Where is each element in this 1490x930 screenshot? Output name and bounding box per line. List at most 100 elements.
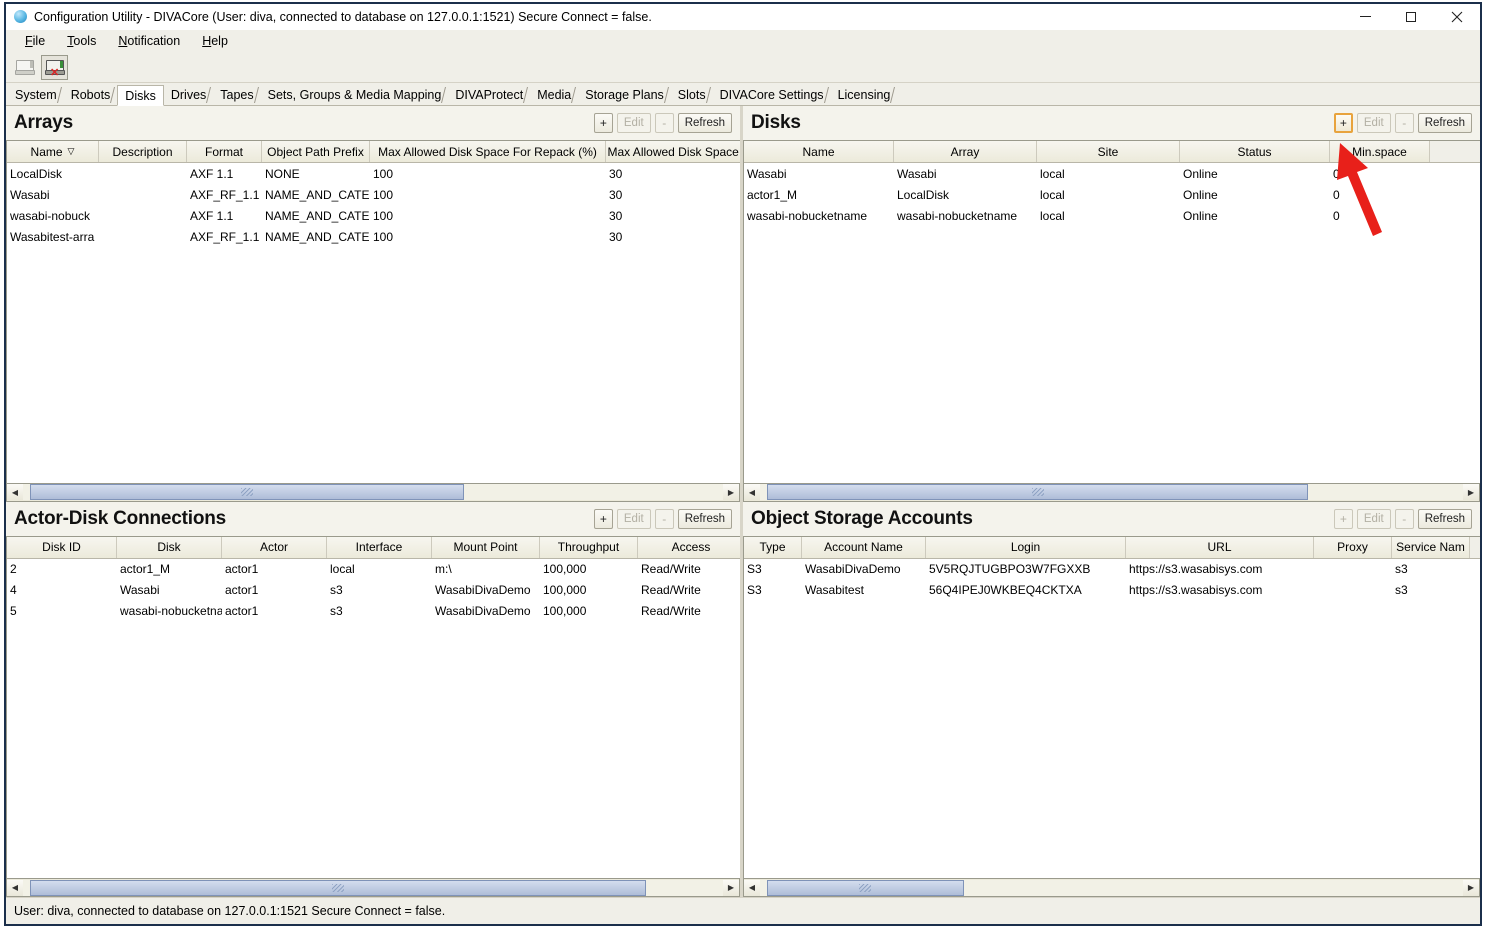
connect-server-button[interactable]	[11, 55, 38, 80]
connections-column-header[interactable]: Mount Point	[432, 536, 540, 558]
table-row[interactable]: 5 wasabi-nobucketna actor1 s3 WasabiDivaDemo…	[7, 601, 740, 622]
arrays-column-header[interactable]: Max Allowed Disk Space For Migra	[606, 141, 740, 162]
tab-storage-plans[interactable]: Storage Plans	[578, 85, 671, 105]
scroll-left-icon[interactable]: ◀	[7, 879, 23, 896]
tab-divacore-settings[interactable]: DIVACore Settings	[713, 85, 831, 105]
disks-refresh-button[interactable]: Refresh	[1417, 113, 1472, 133]
arrays-column-header[interactable]: Description	[99, 141, 187, 162]
scroll-left-icon[interactable]: ◀	[7, 484, 23, 500]
table-row[interactable]: 4 Wasabi actor1 s3 WasabiDivaDemo 100,000 Read…	[7, 580, 740, 601]
disks-edit-button[interactable]: Edit	[1356, 113, 1391, 133]
disks-column-headers: Name Array Site Status Min.space	[744, 141, 1480, 163]
accounts-column-header[interactable]: Account Name	[802, 536, 926, 558]
tab-licensing[interactable]: Licensing	[831, 85, 898, 105]
scroll-right-icon[interactable]: ▶	[1463, 484, 1479, 500]
table-cell: LocalDisk	[897, 187, 950, 202]
accounts-edit-button[interactable]: Edit	[1356, 508, 1391, 529]
disks-scroll-thumb[interactable]	[767, 484, 1309, 500]
connections-edit-button[interactable]: Edit	[616, 508, 651, 529]
table-row[interactable]: LocalDisk AXF 1.1 NONE 100 30	[7, 163, 740, 184]
accounts-column-header[interactable]: Login	[926, 536, 1126, 558]
arrays-remove-button[interactable]: -	[654, 113, 674, 133]
tab-disks[interactable]: Disks	[117, 85, 164, 106]
table-row[interactable]: wasabi-nobuck AXF 1.1 NAME_AND_CATEG 100 30	[7, 205, 740, 226]
arrays-add-button[interactable]: +	[593, 113, 613, 133]
disconnect-server-button[interactable]: ✕	[41, 54, 68, 80]
arrays-rows: LocalDisk AXF 1.1 NONE 100 30 Wasabi AXF_RF_1.…	[7, 163, 740, 483]
disks-column-header[interactable]: Site	[1037, 141, 1180, 162]
connections-column-header[interactable]: Throughput	[540, 536, 638, 558]
minimize-button[interactable]	[1342, 4, 1388, 29]
tab-slots[interactable]: Slots	[671, 85, 713, 105]
accounts-add-button[interactable]: +	[1333, 508, 1353, 529]
connections-column-header[interactable]: Access	[638, 536, 740, 558]
table-row[interactable]: Wasabitest-arra AXF_RF_1.1 NAME_AND_CATEG 1…	[7, 226, 740, 247]
column-header-label: Site	[1097, 144, 1119, 159]
disks-column-header[interactable]: Array	[894, 141, 1037, 162]
scroll-right-icon[interactable]: ▶	[723, 484, 739, 500]
connections-scroll-thumb[interactable]	[30, 879, 646, 896]
menu-file[interactable]: File	[14, 32, 56, 50]
menu-help[interactable]: Help	[191, 32, 239, 50]
disks-panel-header: Disks + Edit - Refresh	[743, 106, 1480, 140]
table-row[interactable]: wasabi-nobucketname wasabi-nobucketname lo…	[744, 205, 1480, 226]
table-row[interactable]: Wasabi Wasabi local Online 0	[744, 163, 1480, 184]
connections-column-header[interactable]: Disk ID	[7, 536, 117, 558]
accounts-refresh-button[interactable]: Refresh	[1417, 508, 1472, 529]
disks-scroll-track[interactable]	[760, 484, 1463, 500]
arrays-column-header[interactable]: Name ▽	[7, 141, 99, 162]
table-row[interactable]: actor1_M LocalDisk local Online 0	[744, 184, 1480, 205]
tab-robots[interactable]: Robots	[64, 85, 118, 105]
table-cell: local	[1040, 208, 1065, 223]
arrays-column-header[interactable]: Format	[187, 141, 262, 162]
connections-column-header[interactable]: Disk	[117, 536, 222, 558]
scroll-left-icon[interactable]: ◀	[744, 484, 760, 500]
disks-horizontal-scrollbar[interactable]: ◀ ▶	[743, 483, 1480, 502]
table-row[interactable]: S3 Wasabitest 56Q4IPEJ0WKBEQ4CKTXA https://…	[744, 580, 1480, 601]
accounts-column-header[interactable]: Service Nam	[1392, 536, 1470, 558]
disks-add-button[interactable]: +	[1333, 113, 1353, 133]
connections-add-button[interactable]: +	[593, 508, 613, 529]
column-header-label: Array	[950, 144, 980, 159]
tab-system[interactable]: System	[8, 85, 64, 105]
menu-notification[interactable]: Notification	[107, 32, 191, 50]
accounts-column-header[interactable]: Type	[744, 536, 802, 558]
accounts-remove-button[interactable]: -	[1394, 508, 1414, 529]
connections-column-header[interactable]: Actor	[222, 536, 327, 558]
tab-sets-groups-media-mapping[interactable]: Sets, Groups & Media Mapping	[261, 85, 449, 105]
arrays-edit-button[interactable]: Edit	[616, 113, 651, 133]
scroll-right-icon[interactable]: ▶	[1463, 879, 1479, 896]
scroll-right-icon[interactable]: ▶	[723, 879, 739, 896]
accounts-scroll-thumb[interactable]	[767, 879, 964, 896]
disks-column-header[interactable]: Status	[1180, 141, 1330, 162]
disks-column-header[interactable]: Name	[744, 141, 894, 162]
tab-tapes[interactable]: Tapes	[213, 85, 260, 105]
connections-scroll-track[interactable]	[23, 879, 723, 896]
arrays-column-header[interactable]: Max Allowed Disk Space For Repack (%)	[370, 141, 606, 162]
arrays-column-header[interactable]: Object Path Prefix	[262, 141, 370, 162]
table-row[interactable]: S3 WasabiDivaDemo 5V5RQJTUGBPO3W7FGXXB http…	[744, 559, 1480, 580]
arrays-scroll-thumb[interactable]	[30, 484, 464, 500]
maximize-button[interactable]	[1388, 4, 1434, 29]
table-row[interactable]: 2 actor1_M actor1 local m:\ 100,000 Read/Write…	[7, 559, 740, 580]
connections-refresh-button[interactable]: Refresh	[677, 508, 732, 529]
disks-remove-button[interactable]: -	[1394, 113, 1414, 133]
connections-horizontal-scrollbar[interactable]: ◀ ▶	[6, 879, 740, 897]
tab-media[interactable]: Media	[530, 85, 578, 105]
arrays-refresh-button[interactable]: Refresh	[677, 113, 732, 133]
disks-column-header[interactable]: Min.space	[1330, 141, 1430, 162]
accounts-scroll-track[interactable]	[760, 879, 1463, 896]
table-row[interactable]: Wasabi AXF_RF_1.1 NAME_AND_CATEG 100 30	[7, 184, 740, 205]
connections-column-header[interactable]: Interface	[327, 536, 432, 558]
accounts-horizontal-scrollbar[interactable]: ◀ ▶	[743, 879, 1480, 897]
tab-divaprotect[interactable]: DIVAProtect	[448, 85, 530, 105]
tab-drives[interactable]: Drives	[164, 85, 213, 105]
arrays-scroll-track[interactable]	[23, 484, 723, 500]
accounts-column-header[interactable]: URL	[1126, 536, 1314, 558]
close-button[interactable]	[1434, 4, 1480, 29]
scroll-left-icon[interactable]: ◀	[744, 879, 760, 896]
connections-remove-button[interactable]: -	[654, 508, 674, 529]
arrays-horizontal-scrollbar[interactable]: ◀ ▶	[6, 483, 740, 502]
accounts-column-header[interactable]: Proxy	[1314, 536, 1392, 558]
menu-tools[interactable]: Tools	[56, 32, 107, 50]
